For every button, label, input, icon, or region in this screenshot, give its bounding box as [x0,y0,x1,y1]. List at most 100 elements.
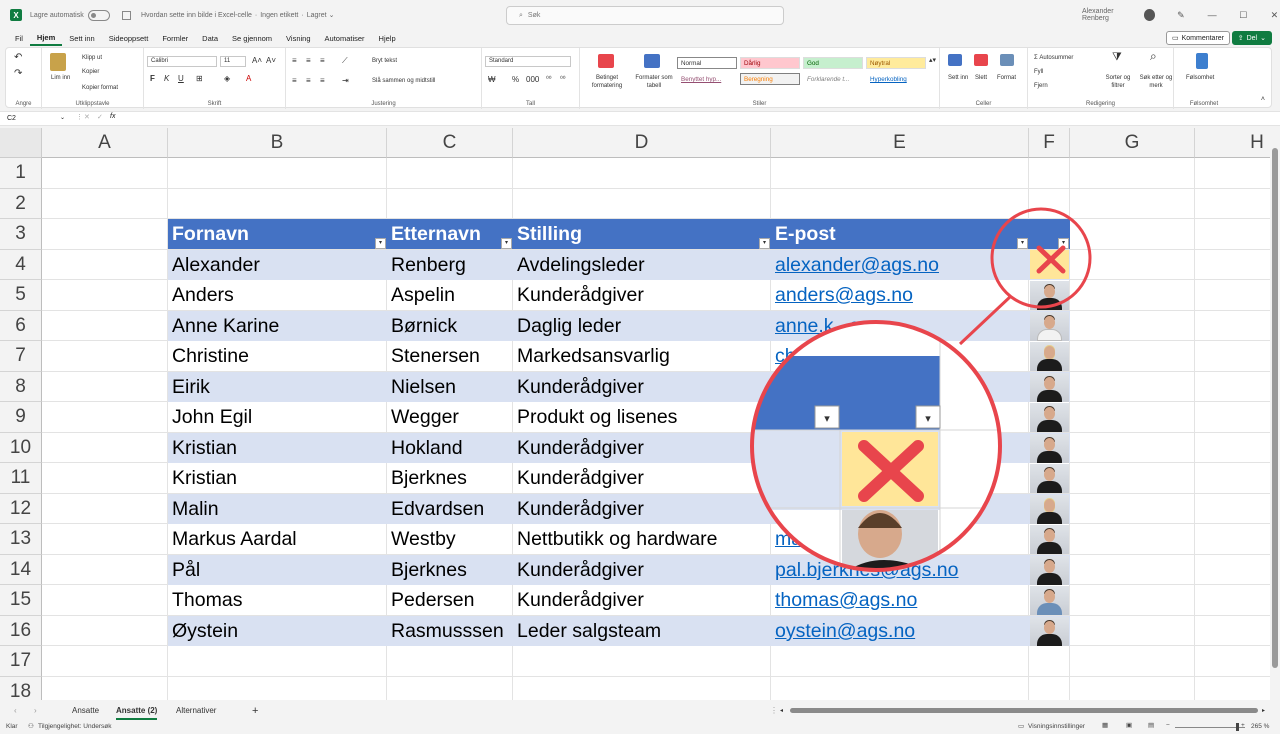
view-settings-button[interactable]: Visningsinnstillinger [1028,723,1085,730]
col-header-e[interactable]: E [771,128,1029,158]
table-cell[interactable]: Hokland [387,433,513,463]
email-link[interactable]: anne.k...gs.no [771,311,1029,341]
select-all-corner[interactable] [0,128,42,158]
table-cell[interactable]: Anders [168,280,387,311]
merge-center-button[interactable]: Slå sammen og midtstill [372,77,435,85]
tab-help[interactable]: Hjelp [372,30,403,46]
employee-photo[interactable] [1030,586,1069,615]
table-cell[interactable]: Westby [387,524,513,555]
row-header-11[interactable]: 11 [0,463,42,494]
conditional-formatting-icon[interactable] [598,54,614,68]
style-normal[interactable]: Normal [677,57,737,69]
insert-cells-icon[interactable] [948,54,962,66]
row-header-18[interactable]: 18 [0,677,42,700]
delete-cells-icon[interactable] [974,54,988,66]
style-hyperlink[interactable]: Hyperkobling [866,73,926,85]
table-cell[interactable]: Stenersen [387,341,513,372]
clear-button[interactable]: Fjern [1034,82,1048,90]
table-cell[interactable]: Alexander [168,250,387,280]
align-right-icon[interactable]: ≡ [320,77,325,85]
italic-icon[interactable]: K [164,75,169,83]
prev-sheet-icon[interactable]: ‹ [14,702,17,720]
table-cell[interactable]: Produkt og lisenes [513,402,771,433]
sheet-tab-alternativer[interactable]: Alternativer [176,702,216,720]
user-name[interactable]: Alexander Renberg [1082,8,1138,22]
percent-icon[interactable]: % [512,76,519,84]
row-header-13[interactable]: 13 [0,524,42,555]
employee-photo[interactable] [1030,281,1069,310]
scroll-left-icon[interactable]: ◂ [780,702,783,720]
filter-dropdown-icon[interactable]: ▾ [759,238,770,249]
filter-dropdown-icon[interactable]: ▾ [1017,238,1028,249]
employee-photo[interactable] [1030,617,1069,646]
row-header-16[interactable]: 16 [0,616,42,646]
redo-icon[interactable]: ↷ [14,69,22,79]
filter-dropdown-icon[interactable]: ▾ [501,238,512,249]
table-cell[interactable]: Kristian [168,463,387,494]
table-cell[interactable]: Kunderådgiver [513,280,771,311]
save-icon[interactable] [122,10,131,20]
paste-button[interactable]: Lim inn [51,74,70,82]
name-box[interactable]: C2 [4,113,66,125]
scroll-thumb[interactable] [1272,148,1278,668]
function-icon[interactable]: fx [110,113,115,120]
table-cell[interactable]: Thomas [168,585,387,616]
thousands-icon[interactable]: 000 [526,76,539,84]
table-cell[interactable]: Markedsansvarlig [513,341,771,372]
email-link[interactable]: ma [771,524,1029,555]
share-button[interactable]: ⇪ Del ⌄ [1231,31,1272,45]
zoom-out-icon[interactable]: − [1166,722,1170,729]
find-select-button[interactable]: Søk etter og merk [1138,74,1174,90]
number-format-select[interactable]: Standard [485,56,571,67]
paste-icon[interactable] [50,53,66,71]
row-header-10[interactable]: 10 [0,433,42,463]
row-header-1[interactable]: 1 [0,158,42,189]
shrink-font-icon[interactable]: A˅ [266,57,276,65]
email-link[interactable] [771,372,1029,402]
tab-formulas[interactable]: Formler [155,30,195,46]
pen-icon[interactable]: ✎ [1175,10,1186,21]
table-cell[interactable]: Kristian [168,433,387,463]
row-header-12[interactable]: 12 [0,494,42,524]
table-cell[interactable]: Kunderådgiver [513,555,771,585]
col-header-d[interactable]: D [513,128,771,158]
align-middle-icon[interactable]: ≡ [306,57,311,65]
email-link[interactable] [771,402,1029,433]
align-top-icon[interactable]: ≡ [292,57,297,65]
table-cell[interactable]: Markus Aardal [168,524,387,555]
currency-icon[interactable]: ₩ [488,76,496,84]
table-cell[interactable]: Kunderådgiver [513,372,771,402]
error-cell[interactable] [1030,250,1069,279]
orientation-icon[interactable]: ⟋ [342,57,348,65]
grow-font-icon[interactable]: A˄ [252,57,262,65]
tab-data[interactable]: Data [195,30,225,46]
header-e-post[interactable]: E-post [771,219,1029,249]
table-cell[interactable]: Øystein [168,616,387,646]
filter-dropdown-icon[interactable]: ▾ [375,238,386,249]
format-as-table-button[interactable]: Formater som tabell [632,74,676,90]
conditional-formatting-button[interactable]: Betinget formatering [584,74,630,90]
sensitivity-button[interactable]: Følsomhet [1186,74,1214,82]
table-cell[interactable]: Wegger [387,402,513,433]
fill-color-icon[interactable]: ◈ [224,75,230,83]
borders-icon[interactable]: ⊞ [196,75,203,83]
table-cell[interactable]: Kunderådgiver [513,585,771,616]
label-status[interactable]: Ingen etikett [260,12,298,19]
delete-cells-button[interactable]: Slett [975,74,987,82]
font-name-select[interactable]: Calibri [147,56,217,67]
tab-page-layout[interactable]: Sideoppsett [102,30,156,46]
sort-filter-button[interactable]: Sorter og filtrer [1100,74,1136,90]
col-header-c[interactable]: C [387,128,513,158]
table-cell[interactable]: Pedersen [387,585,513,616]
employee-photo[interactable] [1030,312,1069,341]
row-header-5[interactable]: 5 [0,280,42,311]
tab-home[interactable]: Hjem [29,30,63,46]
email-link[interactable]: anders@ags.no [771,280,1029,311]
scroll-right-icon[interactable]: ▸ [1262,702,1265,720]
employee-photo[interactable] [1030,434,1069,463]
style-neutral[interactable]: Nøytral [866,57,926,69]
table-cell[interactable]: Kunderådgiver [513,494,771,524]
accessibility-status[interactable]: Tilgjengelighet: Undersøk [38,723,111,730]
employee-photo[interactable] [1030,342,1069,371]
zoom-slider[interactable] [1175,727,1245,728]
